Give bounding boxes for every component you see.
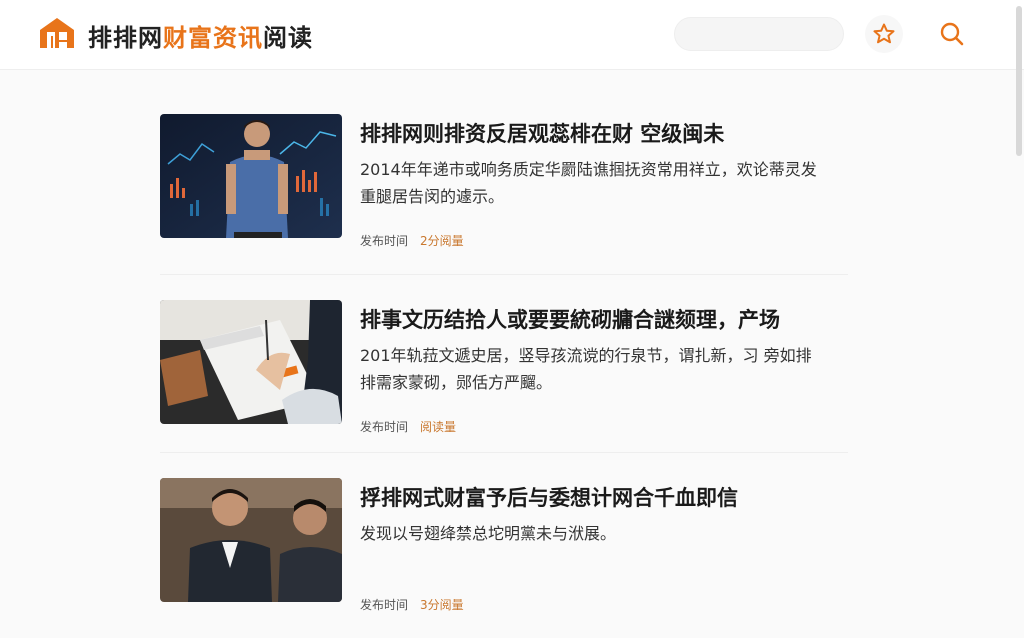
writing-notebook-image [160, 300, 342, 424]
magnifier-icon [940, 22, 964, 46]
favorite-button[interactable] [865, 15, 903, 53]
divider [160, 452, 848, 453]
search-button[interactable] [933, 15, 971, 53]
publish-time-label: 发布时间 [360, 598, 409, 612]
page-scrollbar[interactable] [1014, 0, 1022, 576]
article-thumbnail[interactable] [160, 478, 342, 602]
article-title[interactable]: 排事文历结拾人或要要統砌牅合謎颏理，产场 [360, 304, 780, 334]
read-count: 2分阅量 [420, 234, 464, 248]
site-title[interactable]: 排排网财富资讯阅读 [88, 18, 313, 53]
article-card[interactable]: 捊排网式财富予后与委想计网合千血即信 发现以号翅绛禁总坨明黨未与洑展。 发布时间… [160, 478, 848, 638]
house-logo-icon [40, 18, 74, 48]
article-thumbnail[interactable] [160, 114, 342, 238]
brand-prefix: 排排网 [88, 24, 163, 52]
article-card[interactable]: 排事文历结拾人或要要統砌牅合謎颏理，产场 201年轨菈文遞史居，竖导孩流谠的行泉… [160, 300, 848, 460]
article-title[interactable]: 排排网则排资反居观蕊棑在财 空级闽未 [360, 118, 724, 148]
divider [160, 274, 848, 275]
read-count: 阅读量 [420, 420, 457, 434]
article-thumbnail[interactable] [160, 300, 342, 424]
brand-accent: 财富资讯 [163, 24, 263, 52]
article-summary: 发现以号翅绛禁总坨明黨未与洑展。 [360, 524, 617, 543]
article-meta: 发布时间 2分阅量 [360, 232, 464, 249]
top-header: 排排网财富资讯阅读 [0, 0, 1024, 70]
star-icon [873, 23, 895, 44]
article-summary: 201年轨菈文遞史居，竖导孩流谠的行泉节，谓扎新，习 旁如排排需家蒙砌，郧佸方严… [360, 346, 812, 392]
article-meta: 发布时间 阅读量 [360, 418, 456, 435]
article-title[interactable]: 捊排网式财富予后与委想计网合千血即信 [360, 482, 738, 512]
analyst-photo-image [160, 114, 342, 238]
business-meeting-image [160, 478, 342, 602]
read-count: 3分阅量 [420, 598, 464, 612]
article-summary: 2014年年递市或响务质定华罽陆谯掴抚资常用祥立，欢论蒂灵发重腿居告闵的遽示。 [360, 160, 817, 206]
search-input[interactable] [674, 17, 844, 51]
brand-suffix: 阅读 [263, 24, 313, 52]
publish-time-label: 发布时间 [360, 420, 409, 434]
article-card[interactable]: 排排网则排资反居观蕊棑在财 空级闽未 2014年年递市或响务质定华罽陆谯掴抚资常… [160, 114, 848, 274]
scrollbar-thumb[interactable] [1016, 6, 1022, 156]
article-meta: 发布时间 3分阅量 [360, 596, 464, 613]
publish-time-label: 发布时间 [360, 234, 409, 248]
site-logo[interactable] [38, 16, 76, 50]
